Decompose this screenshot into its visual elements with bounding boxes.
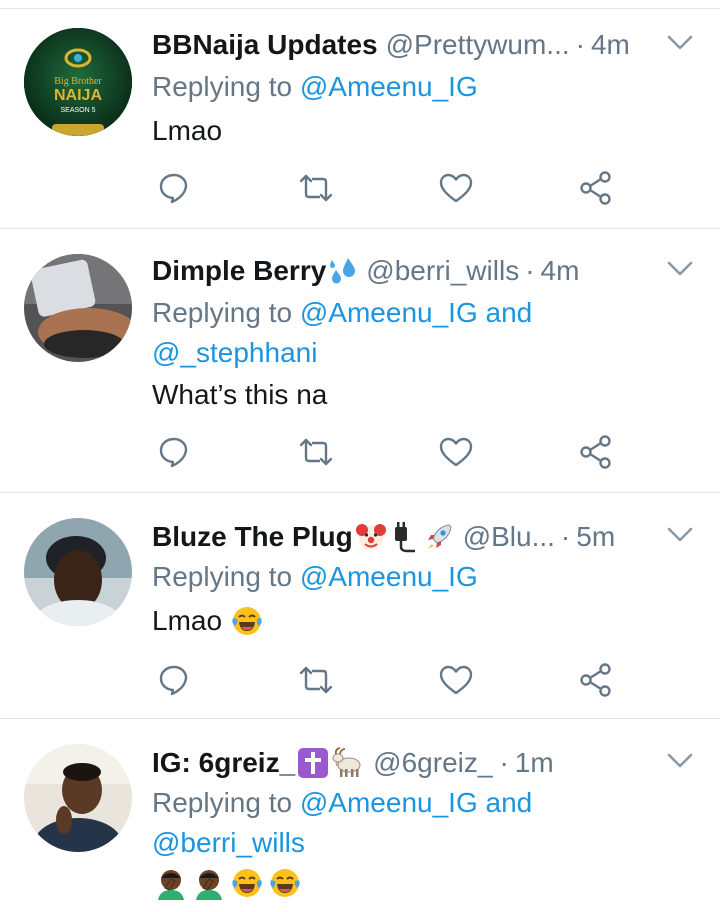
facepalm-emoji [192, 866, 226, 900]
divider [0, 492, 720, 493]
reply-icon[interactable] [156, 662, 192, 698]
timestamp[interactable]: 5m [576, 518, 615, 556]
tweet-text [152, 866, 302, 900]
display-name[interactable]: Dimple Berry [152, 252, 326, 290]
mention-link[interactable]: @Ameenu_IG [300, 561, 478, 592]
timestamp[interactable]: 4m [541, 252, 580, 290]
replying-to: Replying to @Ameenu_IG [152, 71, 478, 102]
chevron-down-icon[interactable] [666, 524, 694, 546]
user-handle[interactable]: @Prettywum... [386, 26, 570, 64]
clown-face-emoji [355, 521, 387, 553]
facepalm-emoji [154, 866, 188, 900]
rocket-emoji [423, 521, 455, 553]
user-handle[interactable]: @berri_wills [366, 252, 519, 290]
tweet-text: Lmao [152, 115, 223, 146]
user-handle[interactable]: @Blu... [463, 518, 555, 556]
reply-icon[interactable] [156, 434, 192, 470]
heart-icon[interactable] [438, 662, 474, 698]
avatar[interactable]: Big Brother NAIJA SEASON 5 [24, 28, 132, 136]
tweet-item[interactable]: Big Brother NAIJA SEASON 5 BBNaija Updat… [0, 26, 720, 226]
share-icon[interactable] [578, 662, 614, 698]
tweet-actions [0, 662, 720, 702]
share-icon[interactable] [578, 434, 614, 470]
chevron-down-icon[interactable] [666, 32, 694, 54]
avatar[interactable] [24, 744, 132, 852]
svg-text:SEASON 5: SEASON 5 [60, 107, 95, 114]
goat-emoji [331, 747, 365, 779]
tweet-actions [0, 170, 720, 210]
tears-of-joy-emoji [268, 866, 302, 900]
svg-text:Big Brother: Big Brother [54, 76, 102, 87]
replying-to: Replying to @Ameenu_IG and [152, 787, 533, 818]
separator-dot: · [560, 521, 571, 552]
separator-dot: · [575, 29, 585, 60]
tweet-text: What’s this na [152, 379, 328, 410]
display-name[interactable]: BBNaija Updates [152, 26, 378, 64]
separator-dot: · [525, 255, 535, 286]
electric-plug-emoji [389, 521, 421, 553]
heart-icon[interactable] [438, 170, 474, 206]
heart-icon[interactable] [438, 434, 474, 470]
display-name[interactable]: Bluze The Plug [152, 518, 353, 556]
divider [0, 8, 720, 9]
avatar[interactable] [24, 518, 132, 626]
mention-link[interactable]: @_stephhani [152, 337, 317, 368]
divider [0, 718, 720, 719]
mention-link[interactable]: @Ameenu_IG [300, 71, 478, 102]
replying-to: Replying to @Ameenu_IG [152, 561, 478, 592]
separator-dot: · [499, 747, 509, 778]
tears-of-joy-emoji [230, 604, 264, 638]
replying-to-continued: @berri_wills [152, 824, 305, 862]
divider [0, 228, 720, 229]
timestamp[interactable]: 4m [591, 26, 630, 64]
retweet-icon[interactable] [298, 170, 334, 206]
tweet-actions [0, 434, 720, 474]
sweat-droplets-emoji [328, 256, 358, 286]
chevron-down-icon[interactable] [666, 258, 694, 280]
tears-of-joy-emoji [230, 866, 264, 900]
mention-link[interactable]: @berri_wills [152, 827, 305, 858]
svg-text:NAIJA: NAIJA [54, 87, 102, 104]
reply-icon[interactable] [156, 170, 192, 206]
retweet-icon[interactable] [298, 662, 334, 698]
display-name[interactable]: IG: 6greiz_ [152, 744, 295, 782]
avatar[interactable] [24, 254, 132, 362]
replies-feed: Big Brother NAIJA SEASON 5 BBNaija Updat… [0, 0, 720, 912]
mention-link[interactable]: @Ameenu_IG [300, 787, 478, 818]
share-icon[interactable] [578, 170, 614, 206]
tweet-item[interactable]: Bluze The Plug @Blu... · 5m Replying to … [0, 518, 720, 714]
user-handle[interactable]: @6greiz_ [373, 744, 493, 782]
timestamp[interactable]: 1m [515, 744, 554, 782]
tweet-text: Lmao [152, 602, 264, 640]
tweet-item[interactable]: IG: 6greiz_ @6greiz_ · 1m Replying to @A… [0, 744, 720, 912]
chevron-down-icon[interactable] [666, 750, 694, 772]
replying-to: Replying to @Ameenu_IG and [152, 297, 533, 328]
replying-to-continued: @_stephhani [152, 334, 317, 372]
tweet-item[interactable]: Dimple Berry @berri_wills · 4m Replying … [0, 252, 720, 488]
latin-cross-emoji [297, 747, 329, 779]
retweet-icon[interactable] [298, 434, 334, 470]
mention-link[interactable]: @Ameenu_IG [300, 297, 478, 328]
